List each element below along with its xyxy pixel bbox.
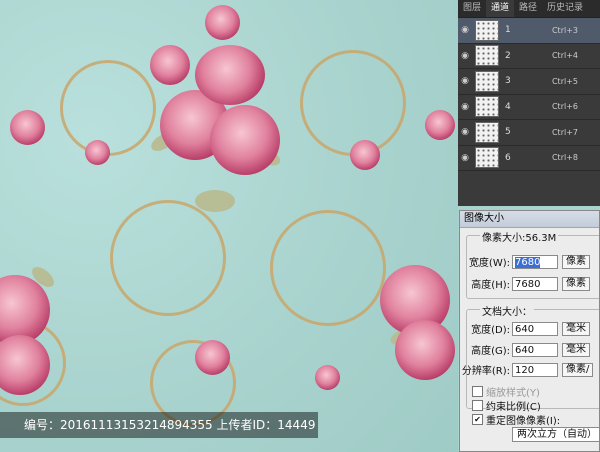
tab-history[interactable]: 历史记录	[542, 0, 588, 17]
checkbox-box	[472, 386, 483, 397]
doc-width-input[interactable]: 640	[512, 321, 558, 336]
leaf	[195, 190, 235, 212]
document-size-label: 文档大小：	[480, 303, 534, 318]
rose	[395, 320, 455, 380]
pixel-width-value: 7680	[515, 256, 541, 268]
channel-shortcut: Ctrl+3	[551, 25, 578, 35]
ornament-scroll	[110, 200, 226, 316]
doc-width-label: 宽度(D):	[471, 325, 510, 336]
rose	[425, 110, 455, 140]
doc-height-input[interactable]: 640	[512, 342, 558, 357]
channel-name: 5	[505, 127, 511, 138]
rose	[195, 340, 230, 375]
eye-icon[interactable]: ◉	[458, 76, 472, 86]
channel-shortcut: Ctrl+7	[551, 127, 578, 137]
channel-row[interactable]: ◉ 6 Ctrl+8	[458, 146, 600, 171]
channel-thumbnail	[475, 121, 499, 143]
pixel-height-row: 高度(H): 7680 像素	[460, 276, 590, 291]
channel-row[interactable]: ◉ 5 Ctrl+7	[458, 120, 600, 146]
tab-layers[interactable]: 图层	[458, 0, 486, 17]
image-canvas[interactable]	[0, 0, 458, 452]
channel-thumbnail	[475, 45, 499, 67]
resolution-input[interactable]: 120	[512, 362, 558, 377]
checkbox-box	[472, 400, 483, 411]
resample-label: 重定图像像素(I):	[486, 416, 561, 427]
channel-thumbnail	[475, 96, 499, 118]
doc-height-label: 高度(G):	[471, 346, 510, 357]
eye-icon[interactable]: ◉	[458, 153, 472, 163]
resample-method-select[interactable]: 两次立方（自动）	[512, 427, 599, 442]
channel-thumbnail	[475, 70, 499, 92]
resample-checkbox[interactable]: ✔ 重定图像像素(I):	[472, 412, 560, 427]
channel-shortcut: Ctrl+5	[551, 76, 578, 86]
height-label: 高度(H):	[471, 280, 510, 291]
rose	[210, 105, 280, 175]
pixel-dimensions-label: 像素大小:56.3M	[480, 229, 559, 244]
pixel-height-unit[interactable]: 像素	[562, 276, 590, 291]
rose	[205, 5, 240, 40]
channel-name: 2	[505, 50, 511, 61]
channel-thumbnail	[475, 147, 499, 169]
tab-paths[interactable]: 路径	[514, 0, 542, 17]
rose	[195, 45, 265, 105]
channel-shortcut: Ctrl+6	[551, 102, 578, 112]
eye-icon[interactable]: ◉	[458, 25, 472, 35]
channel-row[interactable]: ◉ 4 Ctrl+6	[458, 95, 600, 120]
channel-name: 4	[505, 101, 511, 112]
channel-thumbnail	[475, 19, 499, 41]
eye-icon[interactable]: ◉	[458, 51, 472, 61]
pixel-width-unit[interactable]: 像素	[562, 254, 590, 269]
pixel-height-input[interactable]: 7680	[512, 276, 558, 291]
dialog-title: 图像大小	[460, 211, 599, 228]
resolution-unit[interactable]: 像素/	[562, 362, 594, 377]
constrain-label: 约束比例(C)	[486, 402, 541, 413]
width-label: 宽度(W):	[468, 258, 510, 269]
channel-shortcut: Ctrl+8	[551, 153, 578, 163]
pixel-width-row: 宽度(W): 7680 像素	[460, 254, 590, 269]
rose	[350, 140, 380, 170]
ornament-scroll	[300, 50, 406, 156]
rose	[10, 110, 45, 145]
scale-styles-checkbox[interactable]: 缩放样式(Y)	[472, 384, 540, 399]
doc-width-unit[interactable]: 毫米	[562, 321, 590, 336]
resolution-row: 分辨率(R): 120 像素/	[460, 362, 594, 377]
channel-shortcut: Ctrl+4	[551, 51, 578, 61]
channel-name: 1	[505, 25, 511, 36]
pixel-width-input[interactable]: 7680	[512, 254, 558, 269]
watermark: 编号：20161113153214894355 上传者ID：14449	[0, 412, 318, 438]
rose	[315, 365, 340, 390]
channel-row[interactable]: ◉ 2 Ctrl+4	[458, 44, 600, 69]
constrain-proportions-checkbox[interactable]: 约束比例(C)	[472, 398, 541, 413]
channel-row[interactable]: ◉ 1 Ctrl+3	[458, 18, 600, 44]
eye-icon[interactable]: ◉	[458, 102, 472, 112]
doc-width-row: 宽度(D): 640 毫米	[460, 321, 590, 336]
panel-tabs: 图层 通道 路径 历史记录	[458, 0, 600, 18]
ornament-scroll	[270, 210, 386, 326]
rose	[85, 140, 110, 165]
rose	[150, 45, 190, 85]
resolution-label: 分辨率(R):	[461, 366, 510, 377]
ornament-scroll	[60, 60, 156, 156]
channels-panel: 图层 通道 路径 历史记录 ◉ 1 Ctrl+3 ◉ 2 Ctrl+4 ◉ 3 …	[458, 0, 600, 206]
doc-height-unit[interactable]: 毫米	[562, 342, 590, 357]
channel-name: 6	[505, 152, 511, 163]
channel-row[interactable]: ◉ 3 Ctrl+5	[458, 69, 600, 95]
scale-styles-label: 缩放样式(Y)	[486, 388, 540, 399]
check-icon: ✔	[472, 414, 483, 425]
tab-channels[interactable]: 通道	[486, 0, 515, 17]
doc-height-row: 高度(G): 640 毫米	[460, 342, 590, 357]
image-size-dialog: 图像大小 像素大小:56.3M 宽度(W): 7680 像素 高度(H): 76…	[459, 210, 600, 452]
eye-icon[interactable]: ◉	[458, 127, 472, 137]
channel-name: 3	[505, 76, 511, 87]
